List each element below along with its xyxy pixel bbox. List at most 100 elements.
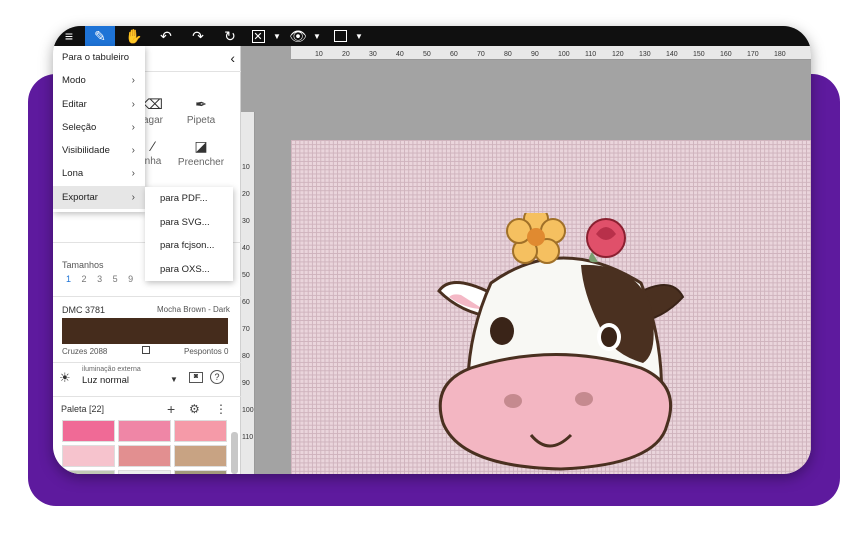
help-icon[interactable]: ? [210, 370, 224, 384]
ruler-label: 180 [774, 51, 786, 58]
ruler-label: 40 [242, 245, 250, 252]
main-menu: Para o tabuleiro Modo › Editar › Seleção › … [53, 46, 145, 212]
ruler-label: 40 [396, 51, 404, 58]
ruler-label: 90 [531, 51, 539, 58]
current-color-swatch[interactable] [62, 318, 228, 344]
menu-item-mode[interactable]: Modo › [53, 69, 145, 92]
menu-item-export[interactable]: Exportar › [53, 185, 145, 210]
pattern-canvas[interactable] [291, 140, 811, 474]
chevron-down-icon[interactable]: ▼ [271, 26, 283, 46]
ruler-label: 110 [242, 434, 254, 441]
gear-icon[interactable]: ⚙ [189, 402, 200, 416]
palette-swatch[interactable] [62, 470, 115, 474]
ruler-label: 120 [612, 51, 624, 58]
ruler-left: 10 20 30 40 50 60 70 80 90 100 110 [241, 112, 255, 474]
size-selector: 1 2 3 5 9 [66, 274, 137, 284]
cross-stitch-icon[interactable]: ✕ [247, 26, 269, 46]
size-option[interactable]: 5 [113, 274, 122, 284]
color-code: DMC 3781 [62, 305, 106, 315]
size-option[interactable]: 9 [128, 274, 137, 284]
sizes-label: Tamanhos [62, 260, 104, 270]
size-option[interactable]: 2 [82, 274, 91, 284]
export-submenu: para PDF... para SVG... para fcjson... p… [145, 187, 233, 281]
palette-swatch[interactable] [174, 470, 227, 474]
eye-icon[interactable]: 👁 [287, 26, 309, 46]
chevron-right-icon: › [131, 168, 135, 180]
menu-item-edit[interactable]: Editar › [53, 93, 145, 116]
lighting-value: Luz normal [82, 375, 129, 386]
export-pdf[interactable]: para PDF... [145, 187, 233, 211]
cow-pattern-image [437, 213, 685, 471]
ruler-label: 30 [242, 218, 250, 225]
menu-item-label: Visibilidade [62, 145, 110, 157]
collapse-icon[interactable]: ‹ [230, 50, 235, 66]
ruler-label: 20 [242, 191, 250, 198]
menu-item-label: Lona [62, 168, 84, 180]
display-icon[interactable]: ◙ [189, 372, 203, 383]
fill-bucket-icon: ◪ [194, 138, 208, 154]
palette-swatch[interactable] [118, 470, 171, 474]
ruler-label: 140 [666, 51, 678, 58]
palette-scrollbar[interactable] [231, 432, 238, 474]
menu-item-label: Exportar [62, 191, 98, 203]
app-window: ≡ ✎ ✋ ↶ ↷ ↻ ✕ ▼ 👁 ▼ ▼ ‹ ⌫ agar ✒ Pipeta … [53, 26, 811, 474]
export-svg[interactable]: para SVG... [145, 211, 233, 235]
lighting-label: iluminação externa [82, 366, 141, 373]
chevron-right-icon: › [131, 75, 135, 87]
ruler-label: 50 [423, 51, 431, 58]
tool-eyedropper[interactable]: ✒ Pipeta [171, 96, 231, 126]
palette-swatch[interactable] [62, 445, 115, 467]
ruler-top: 10 20 30 40 50 60 70 80 90 100 110 120 130 140 150 160 1… [291, 46, 811, 60]
ruler-label: 90 [242, 380, 250, 387]
palette-swatch[interactable] [118, 445, 171, 467]
checkbox[interactable] [142, 346, 150, 354]
divider [53, 396, 241, 397]
menu-item-canvas[interactable]: Lona › [53, 162, 145, 185]
crosses-count: Cruzes 2088 [62, 347, 108, 356]
size-option[interactable]: 1 [66, 274, 75, 284]
ruler-label: 110 [585, 51, 597, 58]
export-oxs[interactable]: para OXS... [145, 258, 233, 282]
ruler-label: 60 [450, 51, 458, 58]
sun-icon: ☀ [59, 370, 71, 385]
backstitch-count: Pespontos 0 [184, 347, 229, 356]
undo-icon[interactable]: ↶ [155, 26, 177, 46]
ruler-label: 100 [242, 407, 254, 414]
divider [53, 362, 241, 363]
chevron-down-icon[interactable]: ▼ [353, 26, 365, 46]
refresh-icon[interactable]: ↻ [219, 26, 241, 46]
chevron-right-icon: › [131, 98, 135, 110]
ruler-label: 170 [747, 51, 759, 58]
ruler-label: 10 [315, 51, 323, 58]
lighting-row[interactable]: ☀ iluminação externa Luz normal ▼ ◙ ? [59, 366, 235, 392]
menu-item-label: Modo [62, 75, 86, 87]
hand-icon[interactable]: ✋ [123, 26, 145, 46]
tool-label: agar [142, 115, 163, 126]
pencil-tool-button[interactable]: ✎ [85, 26, 115, 46]
ruler-label: 10 [242, 164, 250, 171]
menu-item-selection[interactable]: Seleção › [53, 116, 145, 139]
chevron-right-icon: › [131, 145, 135, 157]
chevron-right-icon: › [131, 121, 135, 133]
chevron-down-icon[interactable]: ▼ [170, 375, 178, 384]
chevron-right-icon: › [131, 191, 135, 203]
more-icon[interactable]: ⋮ [215, 402, 227, 416]
image-icon[interactable] [329, 26, 351, 46]
chevron-down-icon[interactable]: ▼ [311, 26, 323, 46]
palette-swatch[interactable] [62, 420, 115, 442]
menu-item-visibility[interactable]: Visibilidade › [53, 139, 145, 162]
menu-item-board[interactable]: Para o tabuleiro [53, 46, 145, 69]
redo-icon[interactable]: ↷ [187, 26, 209, 46]
menu-icon[interactable]: ≡ [59, 26, 79, 46]
export-fcjson[interactable]: para fcjson... [145, 234, 233, 258]
size-option[interactable]: 3 [97, 274, 106, 284]
ruler-label: 160 [720, 51, 732, 58]
ruler-label: 100 [558, 51, 570, 58]
palette-swatch[interactable] [174, 420, 227, 442]
palette-swatch[interactable] [174, 445, 227, 467]
palette-swatch[interactable] [118, 420, 171, 442]
ruler-label: 70 [242, 326, 250, 333]
tool-fill[interactable]: ◪ Preencher [171, 138, 231, 168]
add-icon[interactable]: + [167, 401, 175, 417]
ruler-label: 30 [369, 51, 377, 58]
